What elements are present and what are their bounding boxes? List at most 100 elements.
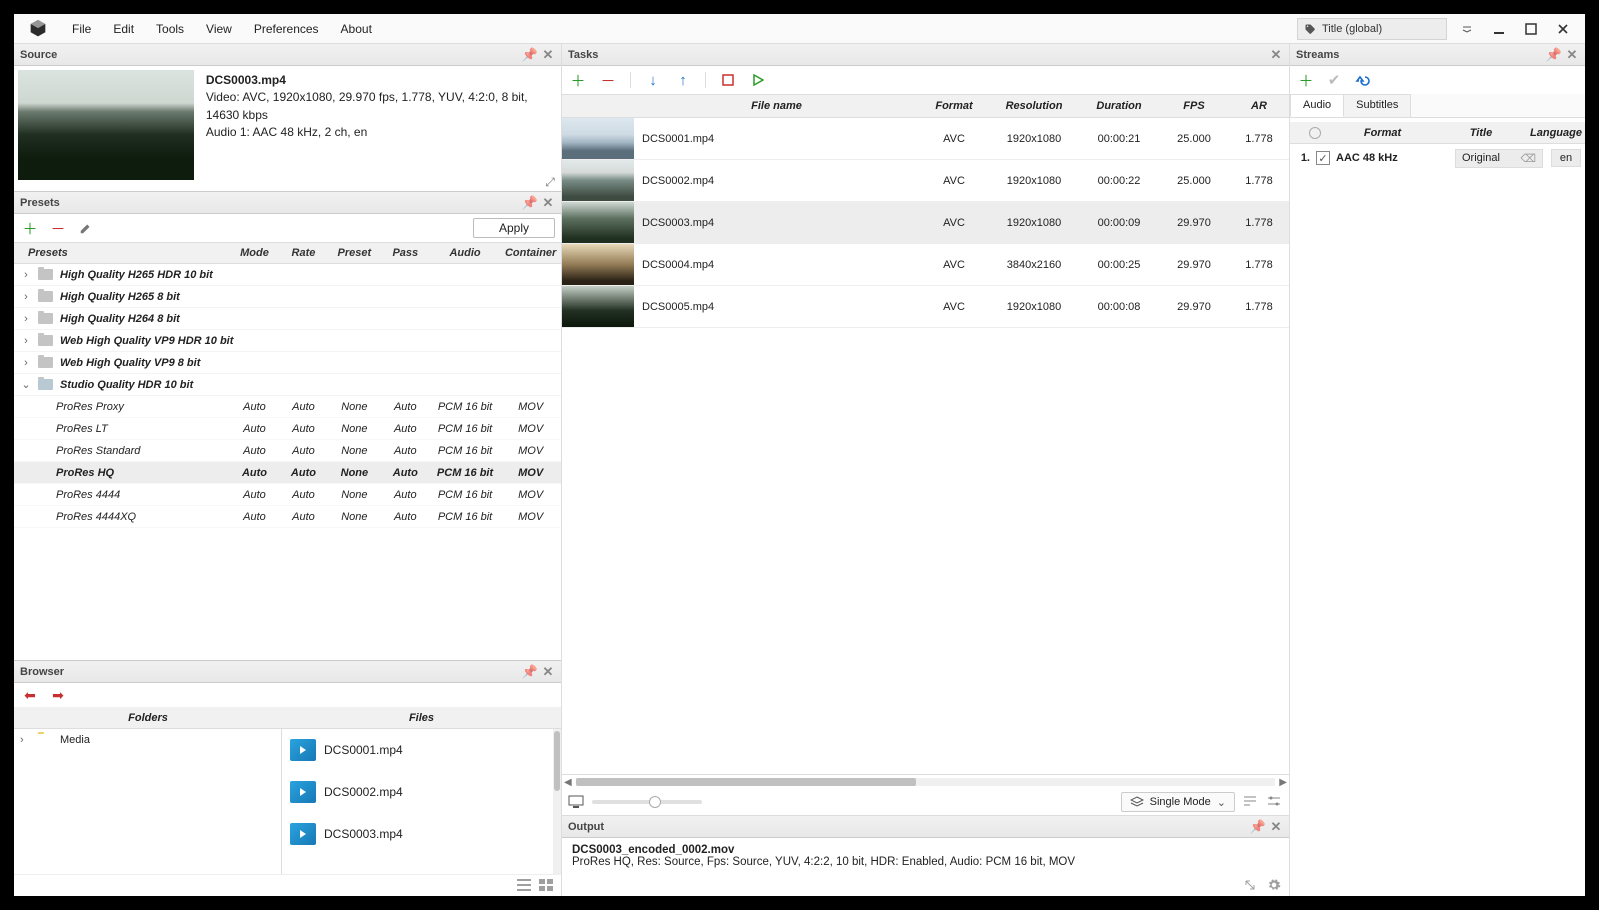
title-field[interactable]: Title (global) [1297, 18, 1447, 40]
preset-folder-row[interactable]: ⌄ Studio Quality HDR 10 bit [14, 374, 561, 396]
pin-icon[interactable]: 📌 [523, 196, 537, 210]
confirm-stream-button[interactable]: ✔ [1324, 70, 1344, 90]
menu-view[interactable]: View [206, 22, 232, 36]
cell-container: MOV [500, 467, 561, 479]
preset-item-row[interactable]: ProRes 4444 Auto Auto None Auto PCM 16 b… [14, 484, 561, 506]
task-format: AVC [919, 133, 989, 145]
preset-item-row[interactable]: ProRes LT Auto Auto None Auto PCM 16 bit… [14, 418, 561, 440]
close-icon[interactable]: ✕ [1269, 820, 1283, 834]
stop-button[interactable] [718, 70, 738, 90]
close-icon[interactable]: ✕ [1269, 48, 1283, 62]
clear-icon[interactable]: ⌫ [1520, 152, 1536, 165]
window-maximize-button[interactable] [1517, 18, 1545, 40]
stream-title-field[interactable]: Original⌫ [1455, 149, 1543, 168]
scroll-left-icon[interactable]: ◀ [564, 777, 572, 788]
task-row[interactable]: DCS0002.mp4 AVC 1920x1080 00:00:22 25.00… [562, 160, 1289, 202]
expand-icon[interactable]: ⤢ [543, 175, 557, 189]
col-container: Container [500, 247, 561, 259]
chevron-down-icon: ⌄ [20, 378, 32, 391]
task-row[interactable]: DCS0005.mp4 AVC 1920x1080 00:00:08 29.97… [562, 286, 1289, 328]
preset-folder-row[interactable]: › Web High Quality VP9 8 bit [14, 352, 561, 374]
remove-task-button[interactable]: － [598, 70, 618, 90]
add-preset-button[interactable]: ＋ [20, 218, 40, 238]
scroll-right-icon[interactable]: ▶ [1279, 777, 1287, 788]
close-icon[interactable]: ✕ [1565, 48, 1579, 62]
menu-file[interactable]: File [72, 22, 91, 36]
preset-folder-row[interactable]: › Web High Quality VP9 HDR 10 bit [14, 330, 561, 352]
layers-icon [1130, 796, 1144, 808]
task-row[interactable]: DCS0003.mp4 AVC 1920x1080 00:00:09 29.97… [562, 202, 1289, 244]
task-row[interactable]: DCS0004.mp4 AVC 3840x2160 00:00:25 29.97… [562, 244, 1289, 286]
col-fps: FPS [1159, 100, 1229, 112]
pin-icon[interactable]: 📌 [1251, 820, 1265, 834]
preset-item-row[interactable]: ProRes Proxy Auto Auto None Auto PCM 16 … [14, 396, 561, 418]
task-fps: 25.000 [1159, 133, 1229, 145]
apply-button[interactable]: Apply [473, 218, 555, 238]
preset-folder-row[interactable]: › High Quality H265 8 bit [14, 286, 561, 308]
chevron-right-icon: › [20, 357, 32, 369]
window-minimize-button[interactable] [1485, 18, 1513, 40]
opt-settings-icon[interactable] [1267, 795, 1283, 809]
stream-checkbox[interactable]: ✓ [1316, 151, 1330, 165]
add-task-button[interactable]: ＋ [568, 70, 588, 90]
stream-row[interactable]: 1. ✓ AAC 48 kHz Original⌫ en [1290, 144, 1585, 172]
opt-collapse-icon[interactable] [1243, 795, 1259, 809]
presets-panel-title: Presets [20, 197, 60, 209]
add-stream-button[interactable]: ＋ [1296, 70, 1316, 90]
cell-mode: Auto [230, 401, 279, 413]
play-button[interactable] [748, 70, 768, 90]
preset-folder-row[interactable]: › High Quality H265 HDR 10 bit [14, 264, 561, 286]
tab-subtitles[interactable]: Subtitles [1343, 94, 1411, 117]
close-icon[interactable]: ✕ [541, 196, 555, 210]
task-duration: 00:00:22 [1079, 175, 1159, 187]
cell-mode: Auto [230, 489, 279, 501]
preset-folder-row[interactable]: › High Quality H264 8 bit [14, 308, 561, 330]
title-field-label: Title (global) [1322, 23, 1382, 35]
external-link-icon[interactable] [1243, 878, 1259, 892]
zoom-slider[interactable] [592, 800, 702, 804]
radio-icon[interactable] [1309, 127, 1321, 139]
pin-icon[interactable]: 📌 [523, 665, 537, 679]
remove-preset-button[interactable]: － [48, 218, 68, 238]
stream-language-field[interactable]: en [1551, 149, 1581, 167]
edit-preset-button[interactable] [76, 218, 96, 238]
scrollbar[interactable] [553, 729, 561, 874]
folder-row[interactable]: › Media [14, 729, 281, 751]
move-up-button[interactable]: ↑ [673, 70, 693, 90]
menu-tools[interactable]: Tools [156, 22, 184, 36]
file-item[interactable]: DCS0002.mp4 [282, 771, 561, 813]
menu-preferences[interactable]: Preferences [254, 22, 319, 36]
video-file-icon [290, 739, 316, 761]
window-close-button[interactable] [1549, 18, 1577, 40]
mode-label: Single Mode [1150, 796, 1211, 808]
preset-item-row[interactable]: ProRes HQ Auto Auto None Auto PCM 16 bit… [14, 462, 561, 484]
pin-icon[interactable]: 📌 [523, 48, 537, 62]
task-format: AVC [919, 217, 989, 229]
move-down-button[interactable]: ↓ [643, 70, 663, 90]
col-files: Files [282, 712, 561, 724]
close-icon[interactable]: ✕ [541, 48, 555, 62]
source-filename: DCS0003.mp4 [206, 72, 555, 89]
menu-about[interactable]: About [341, 22, 372, 36]
file-item[interactable]: DCS0003.mp4 [282, 813, 561, 855]
chevron-right-icon: › [20, 291, 32, 303]
close-icon[interactable]: ✕ [541, 665, 555, 679]
task-resolution: 1920x1080 [989, 301, 1079, 313]
menu-edit[interactable]: Edit [113, 22, 134, 36]
undo-stream-button[interactable] [1352, 70, 1372, 90]
nav-forward-button[interactable]: ➡ [48, 687, 68, 703]
preset-item-row[interactable]: ProRes 4444XQ Auto Auto None Auto PCM 16… [14, 506, 561, 528]
task-row[interactable]: DCS0001.mp4 AVC 1920x1080 00:00:21 25.00… [562, 118, 1289, 160]
preset-item-row[interactable]: ProRes Standard Auto Auto None Auto PCM … [14, 440, 561, 462]
mode-select[interactable]: Single Mode ⌄ [1121, 792, 1235, 812]
settings-gear-icon[interactable] [1267, 878, 1283, 892]
file-item[interactable]: DCS0001.mp4 [282, 729, 561, 771]
nav-back-button[interactable]: ⬅ [20, 687, 40, 703]
tab-audio[interactable]: Audio [1290, 94, 1344, 117]
h-scrollbar[interactable] [576, 778, 1276, 786]
monitor-icon[interactable] [568, 795, 584, 809]
menu-dropdown-icon[interactable] [1453, 18, 1481, 40]
grid-view-icon[interactable] [539, 879, 555, 893]
list-view-icon[interactable] [517, 879, 533, 893]
pin-icon[interactable]: 📌 [1547, 48, 1561, 62]
